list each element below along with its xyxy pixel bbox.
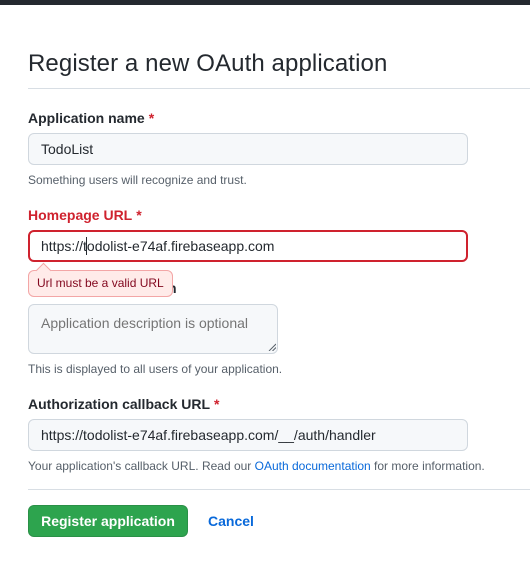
homepage-url-label: Homepage URL * bbox=[28, 207, 142, 223]
app-name-label: Application name * bbox=[28, 110, 154, 126]
description-note: This is displayed to all users of your a… bbox=[28, 362, 283, 376]
homepage-url-label-text: Homepage URL bbox=[28, 207, 133, 223]
cancel-button[interactable]: Cancel bbox=[208, 505, 254, 537]
homepage-url-input[interactable] bbox=[28, 230, 468, 262]
required-marker: * bbox=[148, 110, 155, 126]
app-name-note: Something users will recognize and trust… bbox=[28, 173, 247, 187]
callback-url-label-text: Authorization callback URL bbox=[28, 396, 211, 412]
callback-url-note: Your application's callback URL. Read ou… bbox=[28, 459, 485, 473]
callback-note-prefix: Your application's callback URL. Read ou… bbox=[28, 459, 255, 473]
oauth-documentation-link[interactable]: OAuth documentation bbox=[255, 459, 371, 473]
resize-grip-icon[interactable] bbox=[268, 343, 276, 351]
app-name-label-text: Application name bbox=[28, 110, 145, 126]
required-marker: * bbox=[136, 207, 142, 223]
title-divider bbox=[28, 88, 530, 89]
required-marker: * bbox=[214, 396, 220, 412]
page-title: Register a new OAuth application bbox=[28, 50, 388, 77]
homepage-url-error-tooltip: Url must be a valid URL bbox=[28, 270, 173, 297]
description-textarea[interactable] bbox=[28, 304, 278, 354]
callback-note-suffix: for more information. bbox=[370, 459, 485, 473]
register-application-button[interactable]: Register application bbox=[28, 505, 188, 537]
form-divider bbox=[28, 489, 530, 490]
callback-url-label: Authorization callback URL * bbox=[28, 396, 219, 412]
app-name-input[interactable] bbox=[28, 133, 468, 165]
callback-url-input[interactable] bbox=[28, 419, 468, 451]
text-cursor bbox=[86, 237, 87, 255]
oauth-app-form-page: Register a new OAuth application Applica… bbox=[28, 0, 530, 573]
